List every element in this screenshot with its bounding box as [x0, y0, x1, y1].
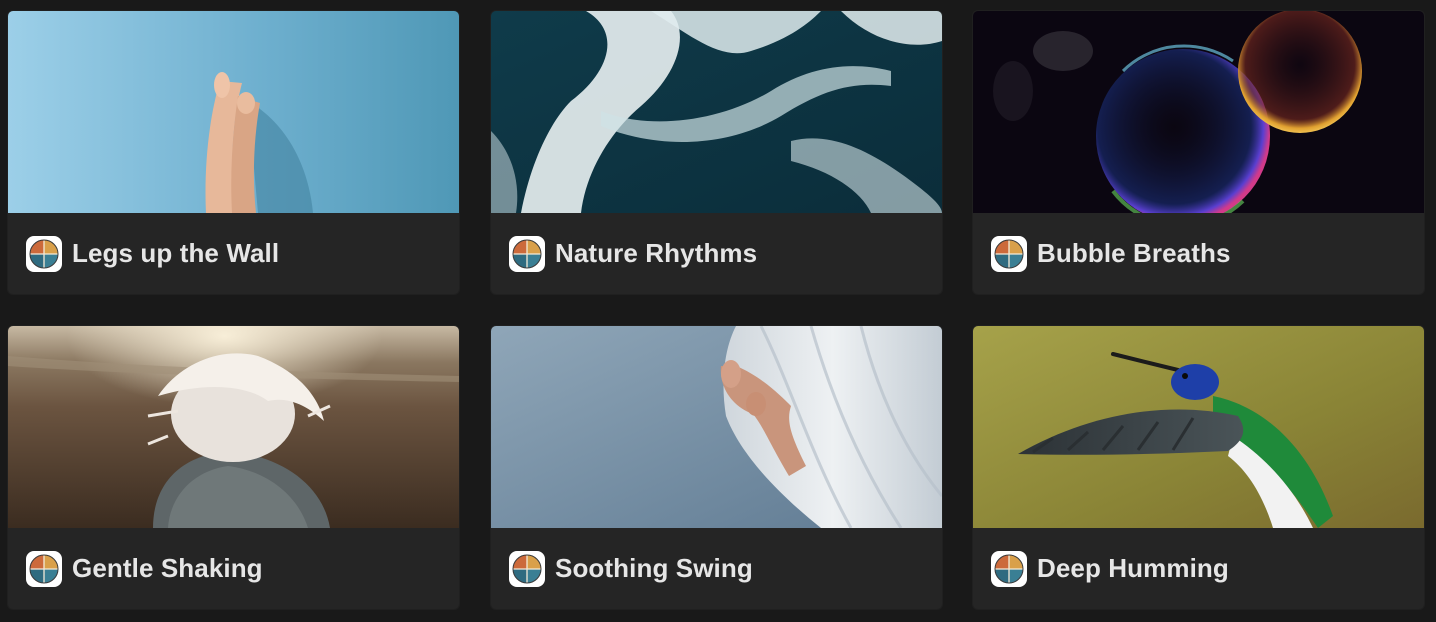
card-caption: Soothing Swing [491, 528, 942, 609]
gallery-card-gentle-shaking[interactable]: Gentle Shaking [8, 326, 459, 609]
card-title: Bubble Breaths [1037, 238, 1231, 268]
card-cover-image [491, 326, 942, 528]
meditation-circle-icon [26, 235, 62, 272]
gallery-card-bubble-breaths[interactable]: Bubble Breaths [973, 11, 1424, 294]
card-title: Nature Rhythms [555, 238, 758, 268]
gallery-card-deep-humming[interactable]: Deep Humming [973, 326, 1424, 609]
meditation-circle-icon [509, 550, 545, 587]
card-title: Deep Humming [1037, 553, 1229, 583]
card-cover-image [491, 11, 942, 213]
gallery-card-soothing-swing[interactable]: Soothing Swing [491, 326, 942, 609]
card-cover-image [973, 326, 1424, 528]
card-cover-image [8, 326, 459, 528]
gallery-grid: Legs up the Wall Nature Rhythms Bubble B… [0, 0, 1436, 622]
meditation-circle-icon [991, 235, 1027, 272]
card-caption: Legs up the Wall [8, 213, 459, 294]
card-title: Gentle Shaking [72, 553, 263, 583]
card-title: Legs up the Wall [72, 238, 280, 268]
gallery-card-legs-up-the-wall[interactable]: Legs up the Wall [8, 11, 459, 294]
card-title: Soothing Swing [555, 553, 753, 583]
meditation-circle-icon [991, 550, 1027, 587]
gallery-card-nature-rhythms[interactable]: Nature Rhythms [491, 11, 942, 294]
meditation-circle-icon [26, 550, 62, 587]
card-caption: Nature Rhythms [491, 213, 942, 294]
card-cover-image [973, 11, 1424, 213]
meditation-circle-icon [509, 235, 545, 272]
card-cover-image [8, 11, 459, 213]
card-caption: Bubble Breaths [973, 213, 1424, 294]
card-caption: Gentle Shaking [8, 528, 459, 609]
card-caption: Deep Humming [973, 528, 1424, 609]
